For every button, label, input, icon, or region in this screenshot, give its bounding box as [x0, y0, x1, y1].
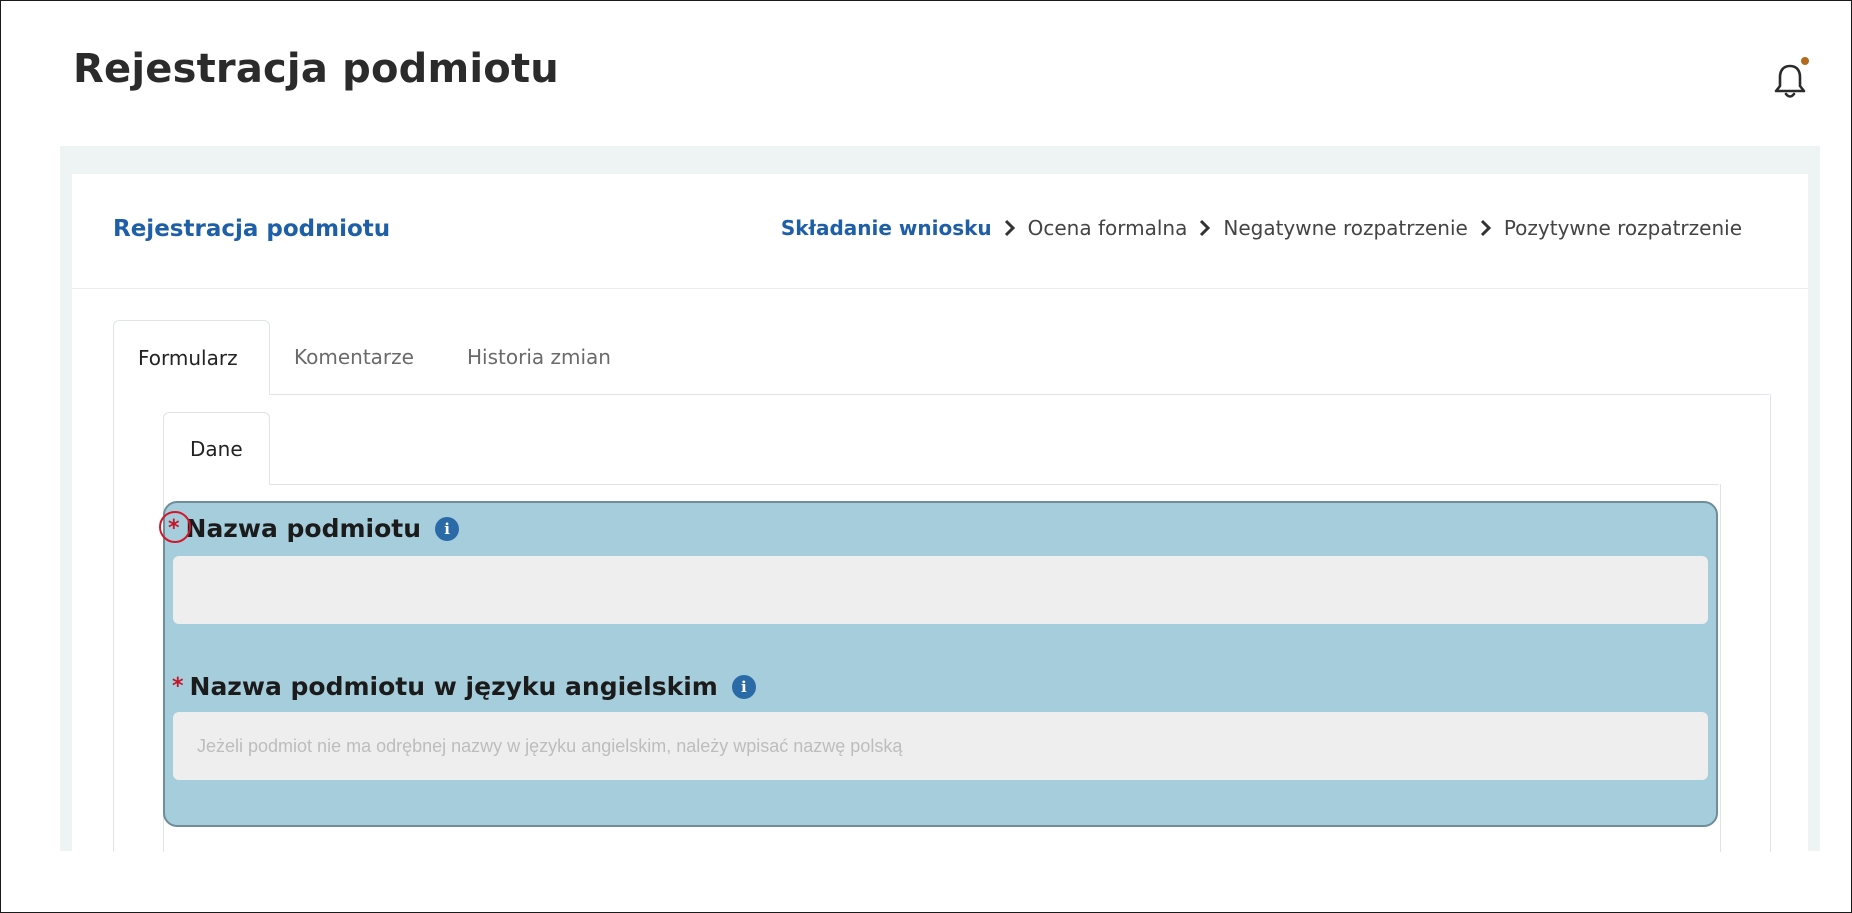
info-icon[interactable]: i: [435, 516, 460, 541]
step-negatywne-rozpatrzenie: Negatywne rozpatrzenie: [1223, 216, 1468, 240]
chevron-right-icon: [1004, 219, 1015, 237]
field-label-nazwa-podmiotu: * Nazwa podmiotu i: [168, 514, 460, 543]
tab-komentarze[interactable]: Komentarze: [270, 320, 438, 394]
main-tabs: Formularz Komentarze Historia zmian: [113, 320, 1769, 395]
info-icon[interactable]: i: [731, 674, 756, 699]
step-skladanie-wniosku: Składanie wniosku: [780, 216, 992, 240]
subtab-dane[interactable]: Dane: [163, 412, 270, 485]
nazwa-podmiotu-input[interactable]: [173, 556, 1708, 624]
process-steps-breadcrumb: Składanie wniosku Ocena formalna Negatyw…: [781, 216, 1742, 240]
notification-dot: [1801, 57, 1809, 65]
card-title: Rejestracja podmiotu: [113, 216, 391, 242]
required-marker: *: [172, 674, 184, 699]
label-text: Nazwa podmiotu w języku angielskim: [189, 672, 718, 701]
chevron-right-icon: [1480, 219, 1491, 237]
bell-icon[interactable]: [1773, 60, 1807, 100]
nazwa-podmiotu-en-input[interactable]: [173, 712, 1708, 780]
step-ocena-formalna: Ocena formalna: [1027, 216, 1188, 240]
page-title: Rejestracja podmiotu: [73, 46, 559, 92]
tab-historia-zmian[interactable]: Historia zmian: [443, 320, 635, 394]
annotation-circle: [159, 511, 191, 543]
chevron-right-icon: [1200, 219, 1211, 237]
field-label-nazwa-podmiotu-en: * Nazwa podmiotu w języku angielskim i: [172, 672, 756, 701]
label-text: Nazwa podmiotu: [185, 514, 422, 543]
tab-formularz[interactable]: Formularz: [113, 320, 270, 395]
sub-tabs: Dane: [163, 412, 1719, 485]
step-pozytywne-rozpatrzenie: Pozytywne rozpatrzenie: [1503, 216, 1742, 240]
